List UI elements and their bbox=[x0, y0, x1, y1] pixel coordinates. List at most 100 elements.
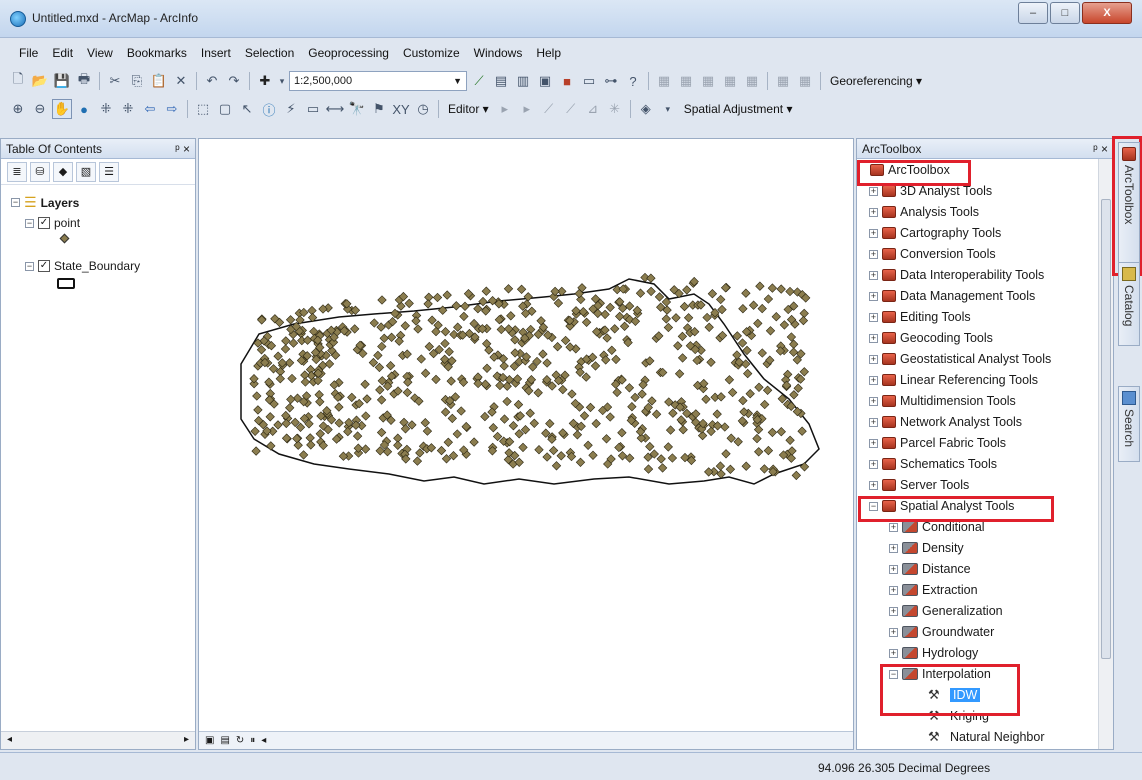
time-slider-icon[interactable]: ◷ bbox=[413, 99, 433, 119]
side-tab-arctoolbox[interactable]: ArcToolbox bbox=[1118, 142, 1140, 270]
tree-toolbox-schematics-tools[interactable]: + Schematics Tools bbox=[869, 457, 997, 471]
sketch-properties-icon[interactable]: ✳ bbox=[605, 99, 625, 119]
add-data-icon[interactable]: ✚ bbox=[255, 71, 275, 91]
georeferencing-menu[interactable]: Georeferencing ▾ bbox=[826, 74, 926, 88]
tree-toolbox-3d-analyst-tools[interactable]: +3D Analyst Tools bbox=[869, 184, 992, 198]
identify-icon[interactable]: ⓘ bbox=[259, 99, 279, 119]
scrollbar-thumb[interactable] bbox=[1101, 199, 1111, 659]
expand-icon[interactable]: + bbox=[869, 438, 878, 448]
tree-tool-natural-neighbor[interactable]: ⚒ Natural Neighbor bbox=[915, 730, 1045, 745]
tree-toolbox-geocoding-tools[interactable]: + Geocoding Tools bbox=[869, 331, 993, 345]
endpoint-arc-icon[interactable]: ⟋ bbox=[561, 99, 581, 119]
go-to-xy-icon[interactable]: XY bbox=[391, 99, 411, 119]
tree-toolbox-data-management-tools[interactable]: + Data Management Tools bbox=[869, 289, 1035, 303]
save-icon[interactable]: 💾 bbox=[52, 71, 72, 91]
copy-icon[interactable]: ⎘ bbox=[127, 71, 147, 91]
georef-tool-2-icon[interactable]: ▦ bbox=[676, 71, 696, 91]
arctoolbox-window-icon[interactable]: ■ bbox=[557, 71, 577, 91]
expand-icon[interactable]: + bbox=[889, 522, 898, 532]
list-by-selection-icon[interactable]: ▧ bbox=[76, 161, 96, 182]
georef-tool-7-icon[interactable]: ▦ bbox=[795, 71, 815, 91]
tree-toolbox-data-interoperability-tools[interactable]: + Data Interoperability Tools bbox=[869, 268, 1044, 282]
expand-icon[interactable]: + bbox=[869, 417, 878, 427]
table-of-contents-icon[interactable]: ▤ bbox=[491, 71, 511, 91]
georef-tool-1-icon[interactable]: ▦ bbox=[654, 71, 674, 91]
expand-icon[interactable]: + bbox=[869, 480, 878, 490]
pause-drawing-icon[interactable]: ⏸ bbox=[250, 735, 255, 746]
refresh-icon[interactable]: ↻ bbox=[236, 735, 244, 746]
collapse-icon[interactable]: − bbox=[25, 261, 34, 271]
expand-icon[interactable]: + bbox=[869, 375, 878, 385]
tree-toolbox-cartography-tools[interactable]: + Cartography Tools bbox=[869, 226, 1001, 240]
tree-toolbox-editing-tools[interactable]: + Editing Tools bbox=[869, 310, 971, 324]
editor-menu[interactable]: Editor ▾ bbox=[444, 102, 493, 116]
search-window-icon[interactable]: ▣ bbox=[535, 71, 555, 91]
menu-selection[interactable]: Selection bbox=[238, 44, 301, 66]
tree-toolbox-multidimension-tools[interactable]: + Multidimension Tools bbox=[869, 394, 1016, 408]
chevron-down-icon[interactable]: ▼ bbox=[453, 76, 462, 86]
tree-toolset-generalization[interactable]: + Generalization bbox=[889, 604, 1003, 618]
model-builder-icon[interactable]: ⊶ bbox=[601, 71, 621, 91]
hyperlink-icon[interactable]: ⚡ bbox=[281, 99, 301, 119]
expand-icon[interactable]: + bbox=[869, 459, 878, 469]
tree-toolbox-server-tools[interactable]: + Server Tools bbox=[869, 478, 969, 492]
scroll-right-icon[interactable]: ▸ bbox=[184, 734, 189, 745]
list-by-drawing-order-icon[interactable]: ≣ bbox=[7, 161, 27, 182]
expand-icon[interactable]: + bbox=[889, 648, 898, 658]
map-scale-combobox[interactable]: 1:2,500,000 ▼ bbox=[289, 71, 467, 91]
toc-options-icon[interactable]: ☰ bbox=[99, 161, 119, 182]
map-display[interactable]: ▣ ▤ ↻ ⏸ ◂ bbox=[198, 138, 854, 750]
close-button[interactable]: X bbox=[1082, 2, 1132, 24]
zoom-out-icon[interactable]: ⊖ bbox=[30, 99, 50, 119]
straight-segment-icon[interactable]: ⟋ bbox=[539, 99, 559, 119]
zoom-in-icon[interactable]: ⊕ bbox=[8, 99, 28, 119]
tree-toolset-hydrology[interactable]: + Hydrology bbox=[889, 646, 978, 660]
toc-layer-point[interactable]: − ✓ point bbox=[25, 216, 80, 230]
tree-toolset-extraction[interactable]: + Extraction bbox=[889, 583, 978, 597]
expand-icon[interactable]: + bbox=[869, 186, 878, 196]
collapse-icon[interactable]: − bbox=[25, 218, 34, 228]
data-view-icon[interactable]: ▣ bbox=[205, 735, 214, 746]
tree-toolbox-linear-referencing-tools[interactable]: + Linear Referencing Tools bbox=[869, 373, 1038, 387]
side-tab-catalog[interactable]: Catalog bbox=[1118, 262, 1140, 346]
cut-icon[interactable]: ✂ bbox=[105, 71, 125, 91]
expand-icon[interactable]: + bbox=[869, 291, 878, 301]
tree-toolbox-parcel-fabric-tools[interactable]: + Parcel Fabric Tools bbox=[869, 436, 1006, 450]
maximize-button[interactable]: □ bbox=[1050, 2, 1080, 24]
clear-selection-icon[interactable]: ▢ bbox=[215, 99, 235, 119]
catalog-globe-icon[interactable]: ◈ bbox=[636, 99, 656, 119]
toc-horizontal-scrollbar[interactable]: ◂ ▸ bbox=[1, 731, 195, 749]
tree-toolbox-conversion-tools[interactable]: + Conversion Tools bbox=[869, 247, 996, 261]
fixed-zoom-in-icon[interactable]: ⁜ bbox=[96, 99, 116, 119]
list-by-visibility-icon[interactable]: ◆ bbox=[53, 161, 73, 182]
expand-icon[interactable]: + bbox=[869, 354, 878, 364]
menu-bookmarks[interactable]: Bookmarks bbox=[120, 44, 194, 66]
full-extent-globe-icon[interactable]: ● bbox=[74, 99, 94, 119]
arctoolbox-vertical-scrollbar[interactable] bbox=[1098, 159, 1113, 749]
georef-tool-3-icon[interactable]: ▦ bbox=[698, 71, 718, 91]
side-tab-search[interactable]: Search bbox=[1118, 386, 1140, 462]
menu-windows[interactable]: Windows bbox=[467, 44, 530, 66]
find-binoculars-icon[interactable]: 🔭 bbox=[347, 99, 367, 119]
expand-icon[interactable]: + bbox=[869, 396, 878, 406]
expand-icon[interactable]: + bbox=[869, 228, 878, 238]
edit-tool-icon[interactable]: ▸ bbox=[495, 99, 515, 119]
arctoolbox-pin-close[interactable]: ᵖ × bbox=[1093, 142, 1108, 156]
expand-icon[interactable]: + bbox=[869, 270, 878, 280]
tree-toolbox-analysis-tools[interactable]: + Analysis Tools bbox=[869, 205, 979, 219]
layer-visibility-checkbox[interactable]: ✓ bbox=[38, 260, 50, 272]
select-elements-arrow-icon[interactable]: ↖ bbox=[237, 99, 257, 119]
tree-toolset-conditional[interactable]: + Conditional bbox=[889, 520, 985, 534]
whats-this-icon[interactable]: ? bbox=[623, 71, 643, 91]
tree-toolset-groundwater[interactable]: + Groundwater bbox=[889, 625, 994, 639]
expand-icon[interactable]: + bbox=[869, 333, 878, 343]
expand-icon[interactable]: + bbox=[889, 543, 898, 553]
tree-toolset-distance[interactable]: + Distance bbox=[889, 562, 971, 576]
menu-help[interactable]: Help bbox=[529, 44, 568, 66]
menu-file[interactable]: File bbox=[12, 44, 45, 66]
spatial-adjustment-dropdown-icon[interactable]: ▾ bbox=[658, 99, 678, 119]
menu-view[interactable]: View bbox=[80, 44, 120, 66]
open-folder-icon[interactable]: 📂 bbox=[30, 71, 50, 91]
expand-icon[interactable]: + bbox=[889, 564, 898, 574]
back-arrow-icon[interactable]: ⇦ bbox=[140, 99, 160, 119]
